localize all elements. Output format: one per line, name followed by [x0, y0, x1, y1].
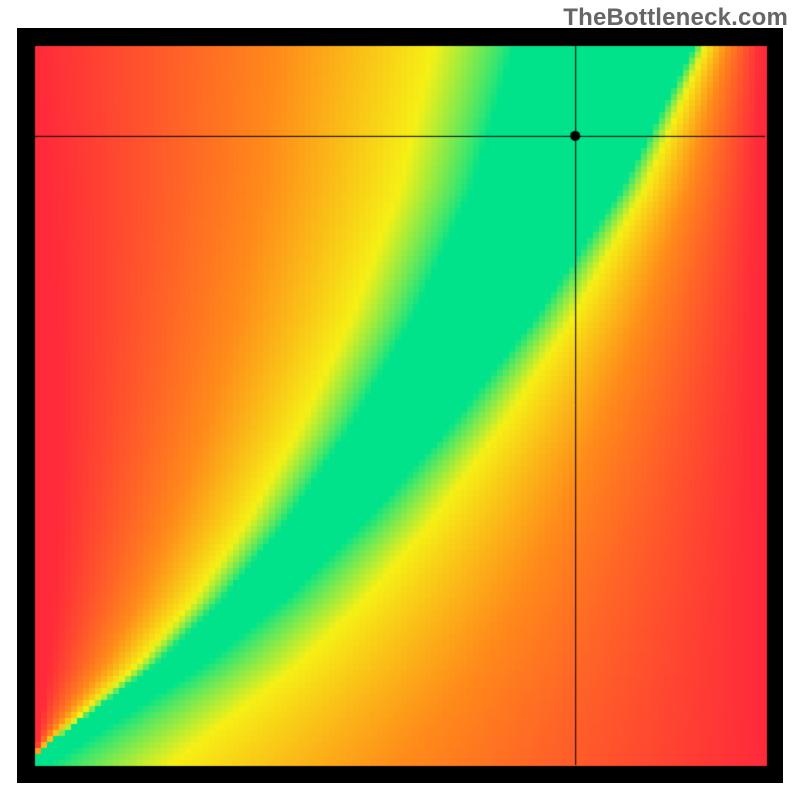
bottleneck-heatmap — [17, 28, 783, 783]
